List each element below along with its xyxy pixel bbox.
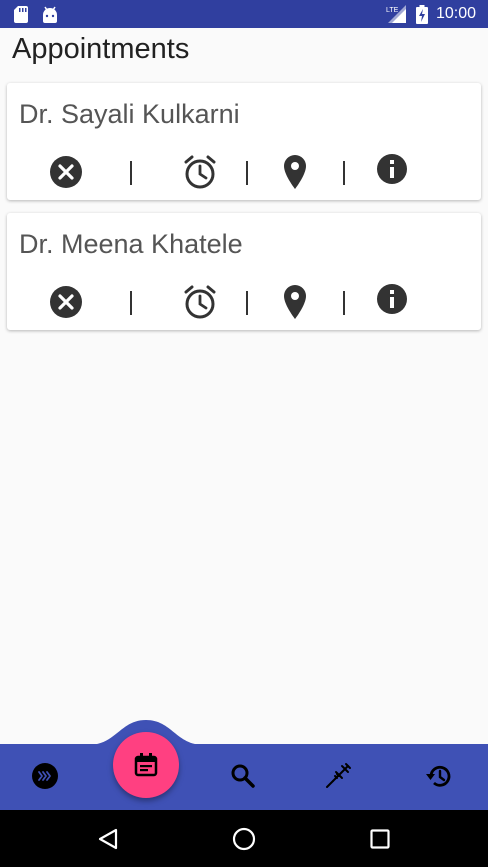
cancel-icon[interactable] <box>48 284 84 320</box>
network-type-label: LTE <box>386 7 399 14</box>
info-icon[interactable] <box>374 281 410 317</box>
battery-icon <box>416 5 428 29</box>
divider <box>246 291 248 315</box>
syringe-icon[interactable] <box>320 758 356 794</box>
status-clock: 10:00 <box>436 5 477 22</box>
recents-icon[interactable] <box>365 824 395 854</box>
appointments-screen: LTE 10:00 Appointments Dr. Sayali Kulkar… <box>0 0 488 867</box>
search-icon[interactable] <box>225 758 261 794</box>
android-icon <box>41 6 59 28</box>
page-title: Appointments <box>12 33 190 65</box>
appointment-calendar-icon[interactable] <box>113 732 179 798</box>
divider <box>130 161 132 185</box>
location-icon[interactable] <box>277 154 313 190</box>
sd-card-icon <box>14 6 28 28</box>
back-icon[interactable] <box>93 824 123 854</box>
home-icon[interactable] <box>229 824 259 854</box>
appointment-card[interactable]: Dr. Sayali Kulkarni <box>7 83 481 200</box>
alarm-icon[interactable] <box>182 284 218 320</box>
divider <box>130 291 132 315</box>
divider <box>343 161 345 185</box>
signal-icon: LTE <box>386 5 408 28</box>
history-icon[interactable] <box>421 758 457 794</box>
divider <box>246 161 248 185</box>
appointment-card[interactable]: Dr. Meena Khatele <box>7 213 481 330</box>
status-bar: LTE 10:00 <box>0 0 488 28</box>
system-navigation-bar <box>0 810 488 867</box>
info-icon[interactable] <box>374 151 410 187</box>
forward-icon[interactable] <box>27 758 63 794</box>
divider <box>343 291 345 315</box>
doctor-name: Dr. Meena Khatele <box>19 229 243 259</box>
doctor-name: Dr. Sayali Kulkarni <box>19 99 240 129</box>
cancel-icon[interactable] <box>48 154 84 190</box>
alarm-icon[interactable] <box>182 154 218 190</box>
location-icon[interactable] <box>277 284 313 320</box>
